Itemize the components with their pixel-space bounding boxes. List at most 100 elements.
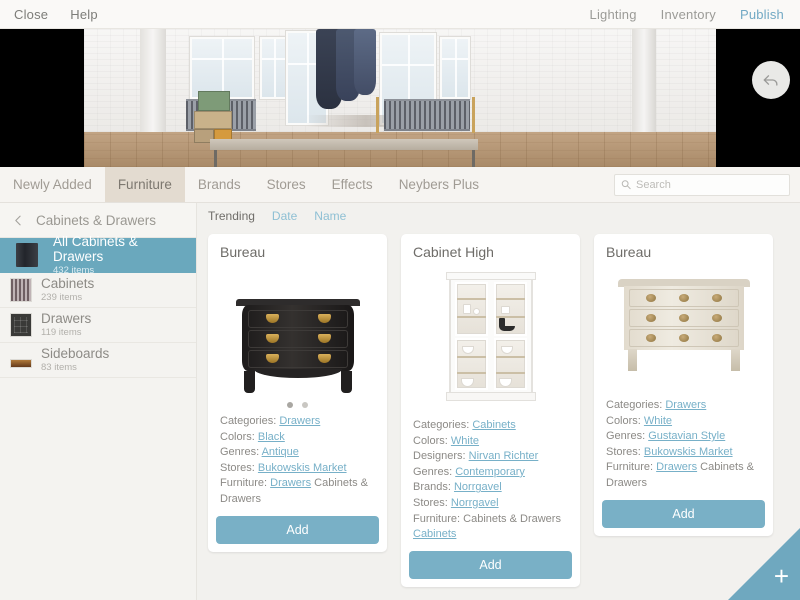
meta-key: Furniture: xyxy=(606,461,654,474)
tab-effects[interactable]: Effects xyxy=(319,167,386,202)
sort-trending[interactable]: Trending xyxy=(208,209,255,223)
lighting-button[interactable]: Lighting xyxy=(590,7,637,22)
meta-key: Colors: xyxy=(413,434,448,447)
meta-key: Stores: xyxy=(606,445,641,458)
inventory-button[interactable]: Inventory xyxy=(661,7,716,22)
meta-row: Brands: Norrgavel xyxy=(413,480,568,496)
sidebar-item-count: 83 items xyxy=(41,362,77,374)
room-preview[interactable] xyxy=(0,29,800,167)
meta-link[interactable]: White xyxy=(644,415,672,427)
publish-button[interactable]: Publish xyxy=(740,7,784,22)
product-title: Bureau xyxy=(606,244,652,260)
sidebar-item-label: Sideboards xyxy=(41,346,110,362)
meta-row: Categories: Cabinets xyxy=(413,418,568,434)
sort-name[interactable]: Name xyxy=(314,209,346,223)
product-image xyxy=(208,264,387,399)
sidebar-item-drawers[interactable]: Drawers 119 items xyxy=(0,308,196,343)
fab-triangle xyxy=(728,528,800,600)
meta-key: Furniture: xyxy=(220,477,268,490)
all-cabinets-thumbnail-icon xyxy=(16,243,38,267)
meta-row: Designers: Nirvan Richter xyxy=(413,449,568,465)
catalog-content: Trending Date Name Bureau Categories: Dr… xyxy=(197,203,800,600)
close-button[interactable]: Close xyxy=(14,7,48,22)
meta-key: Brands: xyxy=(413,481,451,494)
meta-row: Genres: Gustavian Style xyxy=(606,429,761,445)
sort-date[interactable]: Date xyxy=(272,209,297,223)
category-tab-bar: Newly Added Furniture Brands Stores Effe… xyxy=(0,167,800,203)
add-button[interactable]: Add xyxy=(602,499,765,528)
sidebar-item-texts: Drawers 119 items xyxy=(41,311,91,339)
tab-stores[interactable]: Stores xyxy=(254,167,319,202)
window-icon xyxy=(190,37,254,99)
meta-key: Stores: xyxy=(220,461,255,474)
chevron-left-icon xyxy=(14,215,21,225)
meta-key: Furniture: xyxy=(413,512,461,525)
meta-key: Stores: xyxy=(413,497,448,510)
back-button[interactable] xyxy=(10,212,26,228)
sideboards-thumbnail-icon xyxy=(10,359,32,368)
add-button[interactable]: Add xyxy=(216,515,379,544)
meta-key: Genres: xyxy=(606,430,646,443)
meta-key: Genres: xyxy=(220,446,260,459)
white-cabinet-illustration xyxy=(445,272,536,401)
product-meta: Categories: Drawers Colors: Black Genres… xyxy=(208,414,387,516)
product-card[interactable]: Bureau xyxy=(208,234,387,552)
meta-key: Categories: xyxy=(606,399,663,411)
sort-bar: Trending Date Name xyxy=(197,203,800,229)
product-card[interactable]: Cabinet High Categories: Cabinets Colors… xyxy=(401,234,580,587)
sidebar-item-count: 432 items xyxy=(53,264,95,276)
sidebar-item-label: Drawers xyxy=(41,311,92,327)
meta-link[interactable]: Bukowskis Market xyxy=(258,462,347,474)
meta-link[interactable]: Antique xyxy=(262,446,299,458)
meta-row: Categories: Drawers xyxy=(606,398,761,414)
meta-link[interactable]: White xyxy=(451,435,479,447)
meta-row: Colors: Black xyxy=(220,430,375,446)
product-image xyxy=(594,264,773,392)
carousel-dot[interactable] xyxy=(287,402,293,408)
sidebar-item-all-cabinets-drawers[interactable]: All Cabinets & Drawers 432 items xyxy=(0,234,196,275)
meta-link[interactable]: Contemporary xyxy=(455,466,525,478)
meta-link[interactable]: Norrgavel xyxy=(454,481,502,493)
product-card[interactable]: Bureau xyxy=(594,234,773,536)
sidebar-item-cabinets[interactable]: Cabinets 239 items xyxy=(0,273,196,308)
meta-link[interactable]: Drawers xyxy=(279,415,320,427)
tab-neybers-plus[interactable]: Neybers Plus xyxy=(386,167,492,202)
help-button[interactable]: Help xyxy=(70,7,98,22)
search-icon xyxy=(621,180,631,190)
meta-key: Categories: xyxy=(413,419,470,431)
column-left xyxy=(140,29,166,132)
tab-brands[interactable]: Brands xyxy=(185,167,254,202)
add-item-fab[interactable]: + xyxy=(728,528,800,600)
meta-row: Colors: White xyxy=(606,414,761,430)
tab-newly-added[interactable]: Newly Added xyxy=(0,167,105,202)
meta-link[interactable]: Nirvan Richter xyxy=(469,450,539,462)
meta-link[interactable]: Cabinets xyxy=(413,528,456,540)
coat xyxy=(354,29,376,95)
window-icon xyxy=(440,37,470,99)
meta-link[interactable]: Drawers xyxy=(270,477,311,489)
meta-row: Stores: Norrgavel xyxy=(413,496,568,512)
meta-row: Colors: White xyxy=(413,434,568,450)
sidebar-item-count: 239 items xyxy=(41,292,83,304)
meta-row: Furniture: Drawers Cabinets & Drawers xyxy=(606,460,761,491)
meta-link[interactable]: Gustavian Style xyxy=(648,430,725,442)
carousel-dot[interactable] xyxy=(302,402,308,408)
meta-row: Genres: Contemporary xyxy=(413,465,568,481)
meta-link[interactable]: Bukowskis Market xyxy=(644,446,733,458)
meta-row: Furniture: Cabinets & Drawers Cabinets xyxy=(413,512,568,543)
add-button[interactable]: Add xyxy=(409,550,572,579)
image-carousel-dots[interactable] xyxy=(208,399,387,414)
search-box[interactable] xyxy=(614,173,790,196)
sidebar-item-count: 119 items xyxy=(41,327,82,339)
meta-link[interactable]: Black xyxy=(258,431,285,443)
search-input[interactable] xyxy=(635,178,783,191)
meta-link[interactable]: Cabinets xyxy=(472,419,515,431)
product-grid: Bureau Categories: Drawers Colors: Black… xyxy=(197,229,800,600)
meta-link[interactable]: Drawers xyxy=(665,399,706,411)
window-icon xyxy=(260,37,288,99)
undo-button[interactable] xyxy=(752,61,790,99)
meta-link[interactable]: Norrgavel xyxy=(451,497,499,509)
sidebar-item-sideboards[interactable]: Sideboards 83 items xyxy=(0,343,196,378)
tab-furniture[interactable]: Furniture xyxy=(104,167,185,202)
meta-link[interactable]: Drawers xyxy=(656,461,697,473)
